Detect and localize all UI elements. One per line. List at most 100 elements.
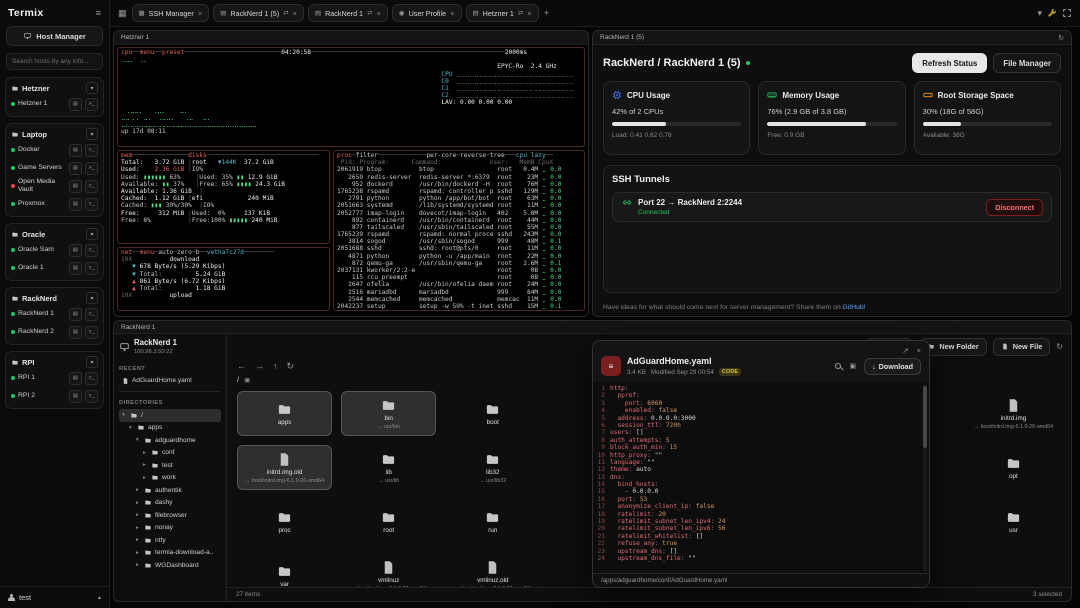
- file-tile-proc[interactable]: proc: [237, 499, 332, 544]
- tree-item-test[interactable]: ▸test: [119, 459, 221, 472]
- file-tile-root[interactable]: root: [341, 499, 436, 544]
- tree-item-nonay[interactable]: ▸nonay: [119, 522, 221, 535]
- tree-item-[interactable]: ▾/: [119, 409, 221, 422]
- terminal[interactable]: cpu──menu──preset───────────────────────…: [114, 45, 588, 316]
- wrench-icon[interactable]: [1047, 8, 1057, 18]
- split-view-icon[interactable]: ⇄: [283, 9, 288, 17]
- tree-item-work[interactable]: ▸work: [119, 472, 221, 485]
- reload-icon[interactable]: ↻: [287, 361, 295, 372]
- host-window-button[interactable]: ▤: [69, 198, 82, 211]
- grid-view-icon[interactable]: ▦: [118, 8, 127, 19]
- split-view-icon[interactable]: ⇄: [518, 9, 523, 17]
- tab-user-profile[interactable]: ◉User Profile×: [392, 4, 462, 22]
- disconnect-button[interactable]: Disconnect: [986, 199, 1043, 216]
- group-header-hetzner[interactable]: Hetzner▾: [9, 81, 100, 95]
- host-window-button[interactable]: ▤: [69, 262, 82, 275]
- scrollbar-thumb[interactable]: [923, 386, 927, 448]
- tree-item-wgdashboard[interactable]: ▸WGDashboard: [119, 559, 221, 572]
- search-icon[interactable]: [835, 363, 841, 369]
- tree-item-termia-download-a[interactable]: ▸termia-download-a..: [119, 547, 221, 560]
- code-viewer[interactable]: 1http:2 pprof:3 port: 60604 enabled: fal…: [593, 382, 929, 573]
- host-open-media-vault[interactable]: Open Media Vault▤>_: [9, 177, 100, 195]
- chevron-down-icon[interactable]: ▾: [1037, 8, 1042, 19]
- tree-item-filebrowser[interactable]: ▸filebrowser: [119, 509, 221, 522]
- host-racknerd-2[interactable]: RackNerd 2▤>_: [9, 323, 100, 341]
- file-manager-button[interactable]: File Manager: [993, 53, 1061, 73]
- tab-ssh-manager[interactable]: ▦SSH Manager×: [132, 4, 210, 22]
- chevron-down-icon[interactable]: ▾: [86, 356, 98, 368]
- host-terminal-button[interactable]: >_: [85, 244, 98, 257]
- download-button[interactable]: ↓ Download: [864, 358, 921, 375]
- host-window-button[interactable]: ▤: [69, 244, 82, 257]
- host-search-input[interactable]: [6, 53, 103, 70]
- tree-item-dashy[interactable]: ▸dashy: [119, 497, 221, 510]
- tree-item-adguardhome[interactable]: ▾adguardhome: [119, 434, 221, 447]
- tab-close-icon[interactable]: ×: [198, 9, 202, 18]
- new-tab-button[interactable]: +: [544, 8, 549, 18]
- host-window-button[interactable]: ▤: [69, 162, 82, 175]
- close-icon[interactable]: ×: [917, 345, 921, 355]
- host-terminal-button[interactable]: >_: [85, 372, 98, 385]
- group-header-oracle[interactable]: Oracle▾: [9, 227, 100, 241]
- tab-close-icon[interactable]: ×: [527, 9, 531, 18]
- host-window-button[interactable]: ▤: [69, 180, 82, 193]
- host-rpi-2[interactable]: RPI 2▤>_: [9, 387, 100, 405]
- copy-path-icon[interactable]: ▣: [244, 376, 250, 384]
- host-game-servers[interactable]: Game Servers▤>_: [9, 159, 100, 177]
- split-panel-icon[interactable]: ▣: [849, 362, 856, 370]
- host-terminal-button[interactable]: >_: [85, 326, 98, 339]
- host-oracle-sam[interactable]: Oracle Sam▤>_: [9, 241, 100, 259]
- up-directory-icon[interactable]: ↑: [273, 361, 278, 371]
- github-link[interactable]: GitHub!: [843, 304, 866, 311]
- host-docker[interactable]: Docker▤>_: [9, 141, 100, 159]
- tab-close-icon[interactable]: ×: [293, 9, 297, 18]
- fullscreen-icon[interactable]: [1062, 8, 1072, 18]
- file-tile-run[interactable]: run: [445, 499, 540, 544]
- scrollbar[interactable]: [923, 384, 927, 571]
- chevron-down-icon[interactable]: ▾: [86, 128, 98, 140]
- host-terminal-button[interactable]: >_: [85, 390, 98, 403]
- host-terminal-button[interactable]: >_: [85, 308, 98, 321]
- panel-refresh-icon[interactable]: ↻: [1058, 34, 1064, 42]
- host-terminal-button[interactable]: >_: [85, 98, 98, 111]
- host-window-button[interactable]: ▤: [69, 308, 82, 321]
- user-menu[interactable]: test ▴: [0, 586, 109, 608]
- tree-item-apps[interactable]: ▾apps: [119, 422, 221, 435]
- host-terminal-button[interactable]: >_: [85, 144, 98, 157]
- host-terminal-button[interactable]: >_: [85, 262, 98, 275]
- sidebar-menu-icon[interactable]: ≡: [96, 8, 101, 18]
- host-proxmox[interactable]: Proxmox▤>_: [9, 195, 100, 213]
- tab-hetzner-1[interactable]: ▤Hetzner 1⇄×: [466, 4, 539, 22]
- host-terminal-button[interactable]: >_: [85, 162, 98, 175]
- file-tile-opt[interactable]: opt: [966, 445, 1061, 490]
- chevron-down-icon[interactable]: ▾: [86, 228, 98, 240]
- file-tile-var[interactable]: var: [237, 553, 332, 587]
- forward-icon[interactable]: →: [255, 361, 264, 371]
- refresh-icon[interactable]: ↻: [1056, 342, 1063, 351]
- tab-close-icon[interactable]: ×: [377, 9, 381, 18]
- file-tile-lib[interactable]: lib→ usr/lib: [341, 445, 436, 490]
- host-manager-button[interactable]: Host Manager: [6, 26, 103, 46]
- host-terminal-button[interactable]: >_: [85, 180, 98, 193]
- host-window-button[interactable]: ▤: [69, 372, 82, 385]
- new-file-button[interactable]: New File: [993, 338, 1051, 356]
- tree-item-authentik[interactable]: ▸authentik: [119, 484, 221, 497]
- back-icon[interactable]: ←: [237, 361, 246, 371]
- tab-racknerd-1-5[interactable]: ▤RackNerd 1 (5)⇄×: [213, 4, 304, 22]
- refresh-status-button[interactable]: Refresh Status: [912, 53, 987, 73]
- tree-item-conf[interactable]: ▸conf: [119, 447, 221, 460]
- chevron-down-icon[interactable]: ▾: [86, 82, 98, 94]
- chevron-down-icon[interactable]: ▾: [86, 292, 98, 304]
- expand-icon[interactable]: ↗: [902, 345, 908, 355]
- split-view-icon[interactable]: ⇄: [367, 9, 372, 17]
- group-header-racknerd[interactable]: RackNerd▾: [9, 291, 100, 305]
- recent-file-adguardhome-yaml[interactable]: AdGuardHome.yaml: [119, 375, 221, 388]
- tree-item-ntfy[interactable]: ▸ntfy: [119, 534, 221, 547]
- host-racknerd-1[interactable]: RackNerd 1▤>_: [9, 305, 100, 323]
- file-tile-boot[interactable]: boot: [445, 391, 540, 436]
- file-tile-initrd-img[interactable]: initrd.img→ boot/initrd.img-6.1.0-26-amd…: [966, 391, 1061, 436]
- host-terminal-button[interactable]: >_: [85, 198, 98, 211]
- file-tile-bin[interactable]: bin→ usr/bin: [341, 391, 436, 436]
- tab-racknerd-1[interactable]: ▤RackNerd 1⇄×: [308, 4, 388, 22]
- host-window-button[interactable]: ▤: [69, 144, 82, 157]
